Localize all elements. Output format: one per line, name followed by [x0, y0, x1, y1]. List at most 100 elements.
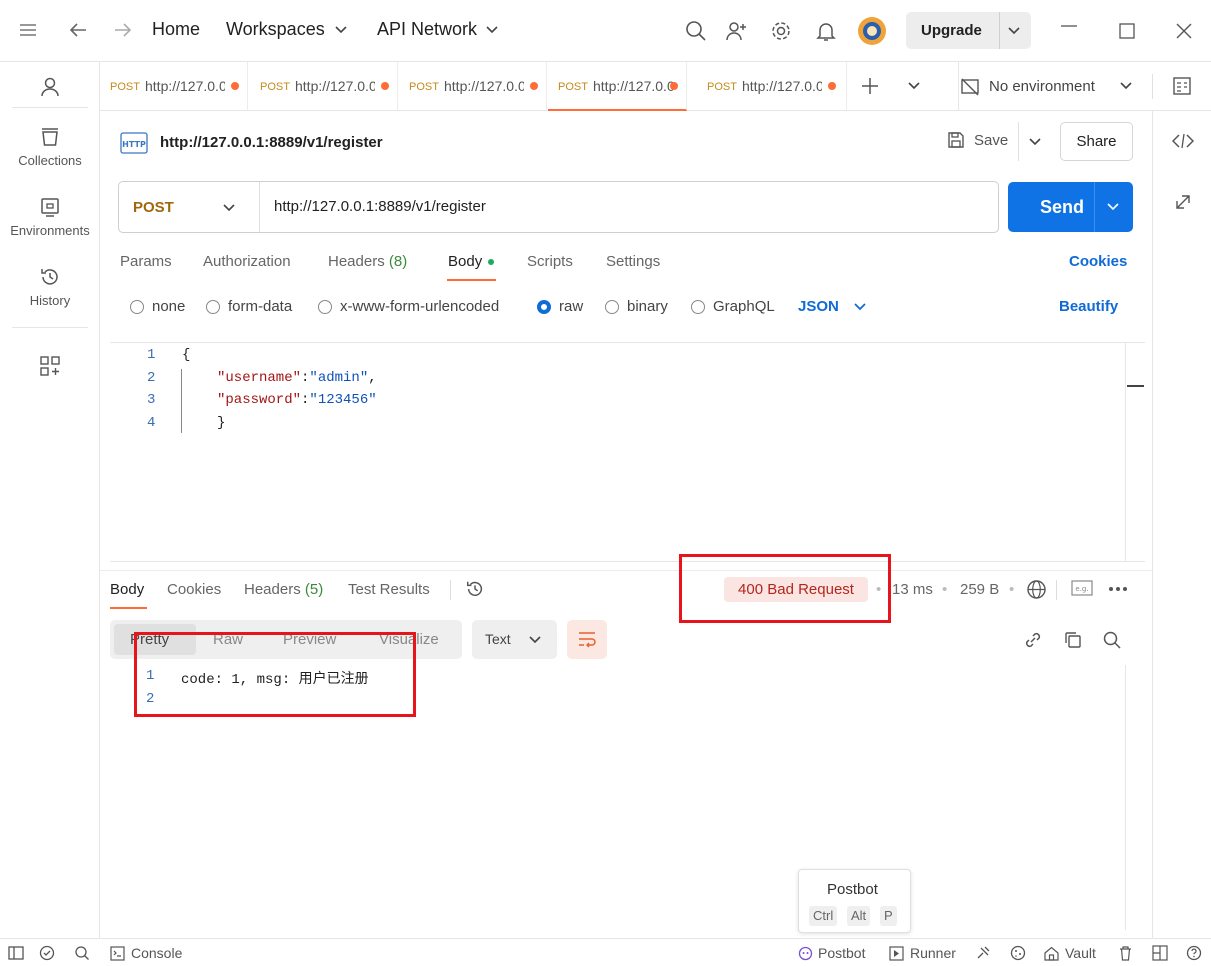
response-tab-cookies[interactable]: Cookies [167, 581, 221, 598]
send-button[interactable]: Send [1008, 182, 1133, 232]
json-value: "123456" [309, 392, 377, 408]
configure-sidebar-icon[interactable] [39, 355, 61, 377]
environment-quick-look-icon[interactable] [1172, 76, 1192, 96]
sidebar-item-history[interactable]: History [0, 266, 100, 308]
radio-label: form-data [228, 298, 293, 315]
check-circle-icon[interactable] [39, 945, 55, 961]
save-button[interactable]: Save [946, 130, 1008, 150]
upgrade-button[interactable]: Upgrade [906, 12, 1031, 49]
gear-icon[interactable] [767, 17, 795, 45]
save-options-chevron-icon[interactable] [1029, 138, 1041, 146]
layout-icon[interactable] [1152, 945, 1168, 961]
response-time[interactable]: 13 ms [892, 581, 933, 598]
response-tab-test-results[interactable]: Test Results [348, 581, 430, 598]
environment-selector[interactable]: No environment [989, 78, 1095, 95]
unsaved-dot [828, 82, 836, 90]
chevron-down-icon[interactable] [486, 26, 498, 34]
close-icon[interactable] [1175, 22, 1193, 40]
share-button[interactable]: Share [1060, 122, 1133, 161]
wrap-lines-button[interactable] [567, 620, 607, 659]
response-format-select[interactable]: Text [472, 620, 557, 659]
console-icon [110, 945, 125, 961]
tab-scripts[interactable]: Scripts [527, 253, 573, 270]
chevron-down-icon[interactable] [1120, 82, 1132, 90]
search-icon[interactable] [682, 17, 710, 45]
sidebar-item-collections[interactable]: Collections [0, 126, 100, 168]
maximize-icon[interactable] [1119, 23, 1135, 39]
request-tab[interactable]: POST http://127.0.0.1:8889/v1/register [100, 62, 248, 111]
menu-icon[interactable] [18, 22, 38, 38]
trash-icon[interactable] [1118, 945, 1133, 961]
sidebar-item-environments[interactable]: Environments [0, 196, 100, 238]
runner-button[interactable]: Runner [889, 945, 956, 961]
console-button[interactable]: Console [110, 945, 182, 961]
tab-settings[interactable]: Settings [606, 253, 660, 270]
globe-icon[interactable] [1026, 579, 1047, 600]
chevron-down-icon[interactable] [223, 204, 235, 212]
url-input[interactable] [274, 198, 974, 215]
minimize-icon[interactable] [1060, 24, 1078, 28]
new-tab-plus-icon[interactable] [861, 77, 879, 95]
save-as-example-icon[interactable]: e.g. [1071, 580, 1093, 596]
vault-button[interactable]: Vault [1044, 945, 1096, 961]
cookies-icon[interactable] [1010, 945, 1026, 961]
chevron-down-icon[interactable] [1107, 203, 1119, 211]
bell-icon[interactable] [812, 17, 840, 45]
workspaces-menu[interactable]: Workspaces [226, 19, 325, 40]
response-scrollbar[interactable] [1125, 665, 1126, 930]
request-tab[interactable]: POST http://127.0.0.1:8889/v1/register [697, 62, 847, 111]
editor-scroll-thumb[interactable] [1127, 385, 1144, 387]
chevron-down-icon[interactable] [1008, 27, 1020, 35]
help-icon[interactable] [1186, 945, 1202, 961]
tab-authorization[interactable]: Authorization [203, 253, 291, 270]
related-collections-icon[interactable] [1174, 193, 1192, 211]
request-tab-active[interactable]: POST http://127.0.0.1:8889/v1/register [548, 62, 687, 111]
method-select[interactable]: POST [133, 199, 174, 216]
tab-headers[interactable]: Headers (8) [328, 253, 407, 270]
request-title[interactable]: http://127.0.0.1:8889/v1/register [160, 134, 383, 151]
forward-arrow-icon[interactable] [112, 21, 134, 39]
radio-raw[interactable]: raw [537, 298, 583, 315]
tab-body[interactable]: Body [448, 253, 495, 270]
find-icon[interactable] [74, 945, 90, 961]
link-icon[interactable] [1023, 630, 1043, 650]
radio-urlencoded[interactable]: x-www-form-urlencoded [318, 298, 499, 315]
search-icon[interactable] [1102, 630, 1122, 650]
user-icon[interactable] [39, 76, 61, 98]
chevron-down-icon[interactable] [335, 26, 347, 34]
response-history-icon[interactable] [465, 579, 485, 599]
avatar[interactable] [857, 16, 887, 46]
response-tab-body[interactable]: Body [110, 581, 144, 598]
radio-none[interactable]: none [130, 298, 185, 315]
home-link[interactable]: Home [152, 19, 200, 40]
code-brace: { [182, 347, 191, 363]
tabs-overflow-chevron-icon[interactable] [908, 82, 920, 90]
radio-form-data[interactable]: form-data [206, 298, 292, 315]
postbot-button[interactable]: Postbot [798, 945, 865, 961]
response-tab-headers[interactable]: Headers (5) [244, 581, 323, 598]
response-size[interactable]: 259 B [960, 581, 999, 598]
beautify-link[interactable]: Beautify [1059, 298, 1118, 315]
editor-scrollbar[interactable] [1125, 342, 1145, 562]
code-snippet-icon[interactable] [1172, 133, 1194, 149]
invite-user-icon[interactable] [722, 17, 750, 45]
more-options-icon[interactable] [1108, 586, 1128, 592]
tab-params[interactable]: Params [120, 253, 172, 270]
radio-binary[interactable]: binary [605, 298, 668, 315]
request-tab[interactable]: POST http://127.0.0.1:8889/v1/register [250, 62, 398, 111]
api-network-menu[interactable]: API Network [377, 19, 477, 40]
radio-graphql[interactable]: GraphQL [691, 298, 775, 315]
request-tab[interactable]: POST http://127.0.0.1:8889/v1/register [399, 62, 547, 111]
raw-format-select[interactable]: JSON [798, 298, 839, 315]
tab-method: POST [260, 81, 290, 93]
sidebar-toggle-icon[interactable] [8, 945, 24, 961]
cookies-link[interactable]: Cookies [1069, 253, 1127, 270]
copy-icon[interactable] [1063, 630, 1083, 650]
tab-body-label: Body [448, 253, 483, 270]
request-body-editor[interactable]: 1 2 3 4 { "username":"admin", "password"… [110, 342, 1145, 562]
line-number: 3 [147, 392, 156, 408]
back-arrow-icon[interactable] [67, 21, 89, 39]
capture-requests-icon[interactable] [975, 945, 991, 961]
chevron-down-icon[interactable] [854, 303, 866, 311]
json-key: "password" [217, 392, 302, 408]
